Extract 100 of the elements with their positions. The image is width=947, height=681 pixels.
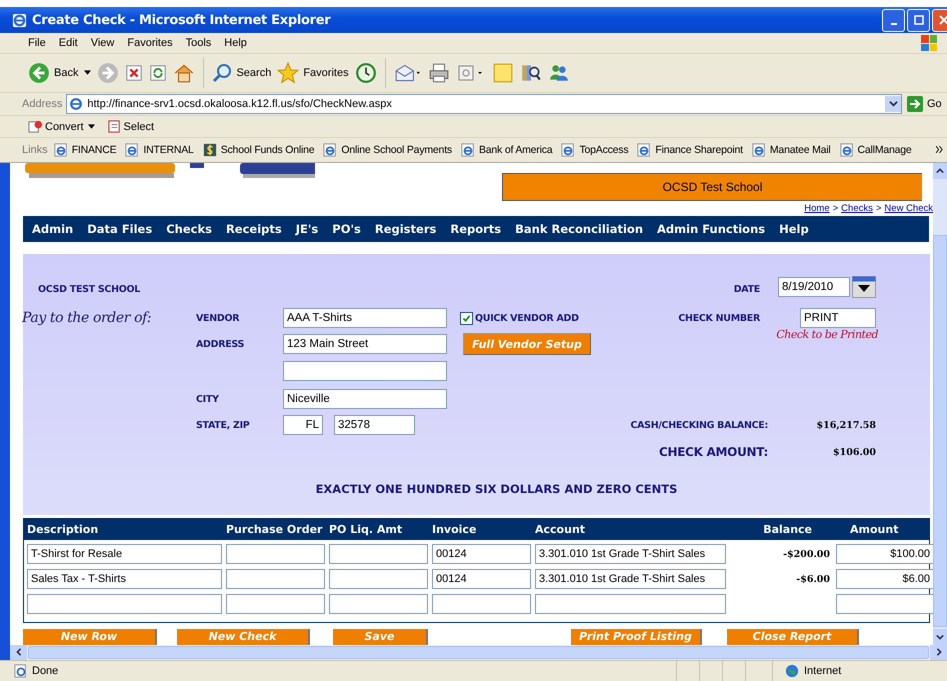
menu-item[interactable]: Favorites	[127, 37, 173, 50]
refresh-icon[interactable]	[149, 64, 168, 82]
table-input[interactable]: $6.00	[836, 568, 933, 589]
state-zip-label: STATE, ZIP	[196, 420, 250, 431]
minimize-button[interactable]	[882, 8, 905, 32]
zip-field[interactable]: 32578	[334, 415, 415, 436]
menu-item[interactable]: Edit	[58, 37, 78, 50]
address-field[interactable]: http://finance-srv1.ocsd.okaloosa.k12.fl.us/sfo/CheckNew.aspx	[66, 94, 902, 114]
nav-item[interactable]: Help	[779, 222, 809, 236]
menu-item[interactable]: File	[28, 37, 46, 50]
browser-icon	[69, 96, 84, 111]
table-input[interactable]: Sales Tax - T-Shirts	[27, 568, 222, 589]
browser-page-icon	[125, 142, 140, 157]
nav-item[interactable]: Registers	[374, 222, 436, 236]
quick-vendor-checkbox[interactable]	[460, 312, 473, 325]
nav-item[interactable]: Data Files	[87, 222, 152, 236]
go-button[interactable]: Go	[902, 96, 947, 112]
caret-icon[interactable]	[84, 70, 92, 76]
more-links-icon[interactable]	[936, 146, 943, 154]
check-number-field[interactable]: PRINT	[800, 308, 876, 328]
address-field[interactable]: 123 Main Street	[283, 334, 447, 354]
nav-item[interactable]: Receipts	[226, 222, 282, 236]
favorites-button[interactable]: Favorites	[277, 62, 349, 84]
menu-item[interactable]: Help	[224, 37, 247, 50]
table-input[interactable]: 00124	[432, 568, 531, 589]
menu-item[interactable]: View	[90, 37, 114, 50]
date-field[interactable]: 8/19/2010	[778, 277, 850, 298]
nav-item[interactable]: JE's	[296, 222, 318, 236]
city-label: CITY	[196, 394, 220, 405]
search-button[interactable]: Search	[212, 62, 272, 83]
zone-text: Internet	[804, 665, 842, 678]
address-dropdown-button[interactable]	[885, 96, 901, 112]
scroll-left-button[interactable]	[10, 644, 27, 660]
address-line-field[interactable]	[283, 361, 447, 382]
caret-icon[interactable]	[88, 124, 95, 130]
scroll-right-button[interactable]	[930, 644, 947, 660]
table-input[interactable]	[27, 594, 222, 614]
scroll-up-button[interactable]	[933, 162, 947, 179]
table-input[interactable]: 3.301.010 1st Grade T-Shirt Sales	[535, 568, 726, 589]
table-input[interactable]: 00124	[432, 544, 531, 564]
globe-icon	[785, 664, 799, 678]
state-field[interactable]: FL	[283, 415, 323, 436]
status-text: Done	[32, 665, 60, 678]
menu-item[interactable]: Tools	[186, 37, 212, 50]
school-name: OCSD TEST SCHOOL	[37, 284, 142, 295]
link-item[interactable]: Bank of America	[460, 142, 552, 157]
table-input[interactable]	[329, 594, 428, 614]
link-item[interactable]: Finance Sharepoint	[637, 142, 743, 157]
convert-button[interactable]: Convert	[28, 119, 95, 134]
table-input[interactable]	[329, 544, 428, 564]
browser-icon	[12, 12, 27, 28]
link-item[interactable]: CallManage	[840, 142, 912, 157]
column-header: Balance	[762, 522, 813, 536]
table-input[interactable]	[226, 568, 325, 589]
table-input[interactable]	[226, 594, 325, 614]
history-icon[interactable]	[354, 62, 377, 84]
column-header: Amount	[849, 522, 900, 536]
nav-item[interactable]: Checks	[166, 222, 212, 236]
table-input[interactable]	[329, 568, 428, 589]
nav-item[interactable]: Reports	[450, 222, 502, 236]
star-icon	[277, 62, 300, 84]
table-input[interactable]: $100.00	[836, 544, 933, 564]
table-input[interactable]: T-Shirst for Resale	[27, 544, 222, 564]
scroll-down-button[interactable]	[933, 628, 947, 645]
back-button[interactable]: Back	[28, 62, 92, 84]
table-input[interactable]	[836, 594, 933, 614]
nav-item[interactable]: Admin	[32, 222, 74, 236]
breadcrumb-link[interactable]: Checks	[841, 203, 873, 216]
search-icon	[212, 62, 232, 83]
link-item[interactable]: TopAccess	[561, 142, 628, 157]
breadcrumb-link[interactable]: New Check	[884, 203, 933, 216]
table-input[interactable]	[432, 594, 531, 614]
link-item[interactable]: Manatee Mail	[752, 142, 831, 157]
date-label: DATE	[732, 284, 761, 295]
nav-item[interactable]: Admin Functions	[657, 222, 766, 236]
calendar-dropdown-icon[interactable]	[852, 276, 876, 298]
table-input[interactable]: 3.301.010 1st Grade T-Shirt Sales	[535, 544, 726, 564]
printer-icon[interactable]	[428, 62, 450, 84]
browser-page-icon	[323, 142, 338, 157]
link-item[interactable]: Online School Payments	[323, 142, 452, 157]
note-icon[interactable]	[492, 62, 514, 84]
stop-icon[interactable]	[125, 64, 144, 82]
go-arrow-icon	[907, 96, 923, 112]
vendor-label: VENDOR	[196, 312, 240, 324]
nav-item[interactable]: PO's	[332, 222, 361, 236]
city-field[interactable]: Niceville	[283, 389, 447, 410]
select-button[interactable]: Select	[106, 119, 154, 134]
nav-item[interactable]: Bank Reconciliation	[515, 222, 644, 236]
dollar-icon	[202, 142, 217, 157]
breadcrumb-link[interactable]: Home	[804, 203, 830, 216]
link-item[interactable]: School Funds Online	[202, 142, 314, 157]
maximize-button[interactable]	[907, 8, 930, 32]
table-input[interactable]	[226, 544, 325, 564]
table-input[interactable]	[535, 594, 726, 614]
column-header: Account	[535, 522, 586, 536]
vendor-field[interactable]: AAA T-Shirts	[283, 308, 447, 328]
link-item[interactable]: FINANCE	[54, 142, 116, 157]
browser-page-icon	[637, 142, 652, 157]
link-item[interactable]: INTERNAL	[125, 142, 194, 157]
school-banner: OCSD Test School	[502, 172, 922, 201]
